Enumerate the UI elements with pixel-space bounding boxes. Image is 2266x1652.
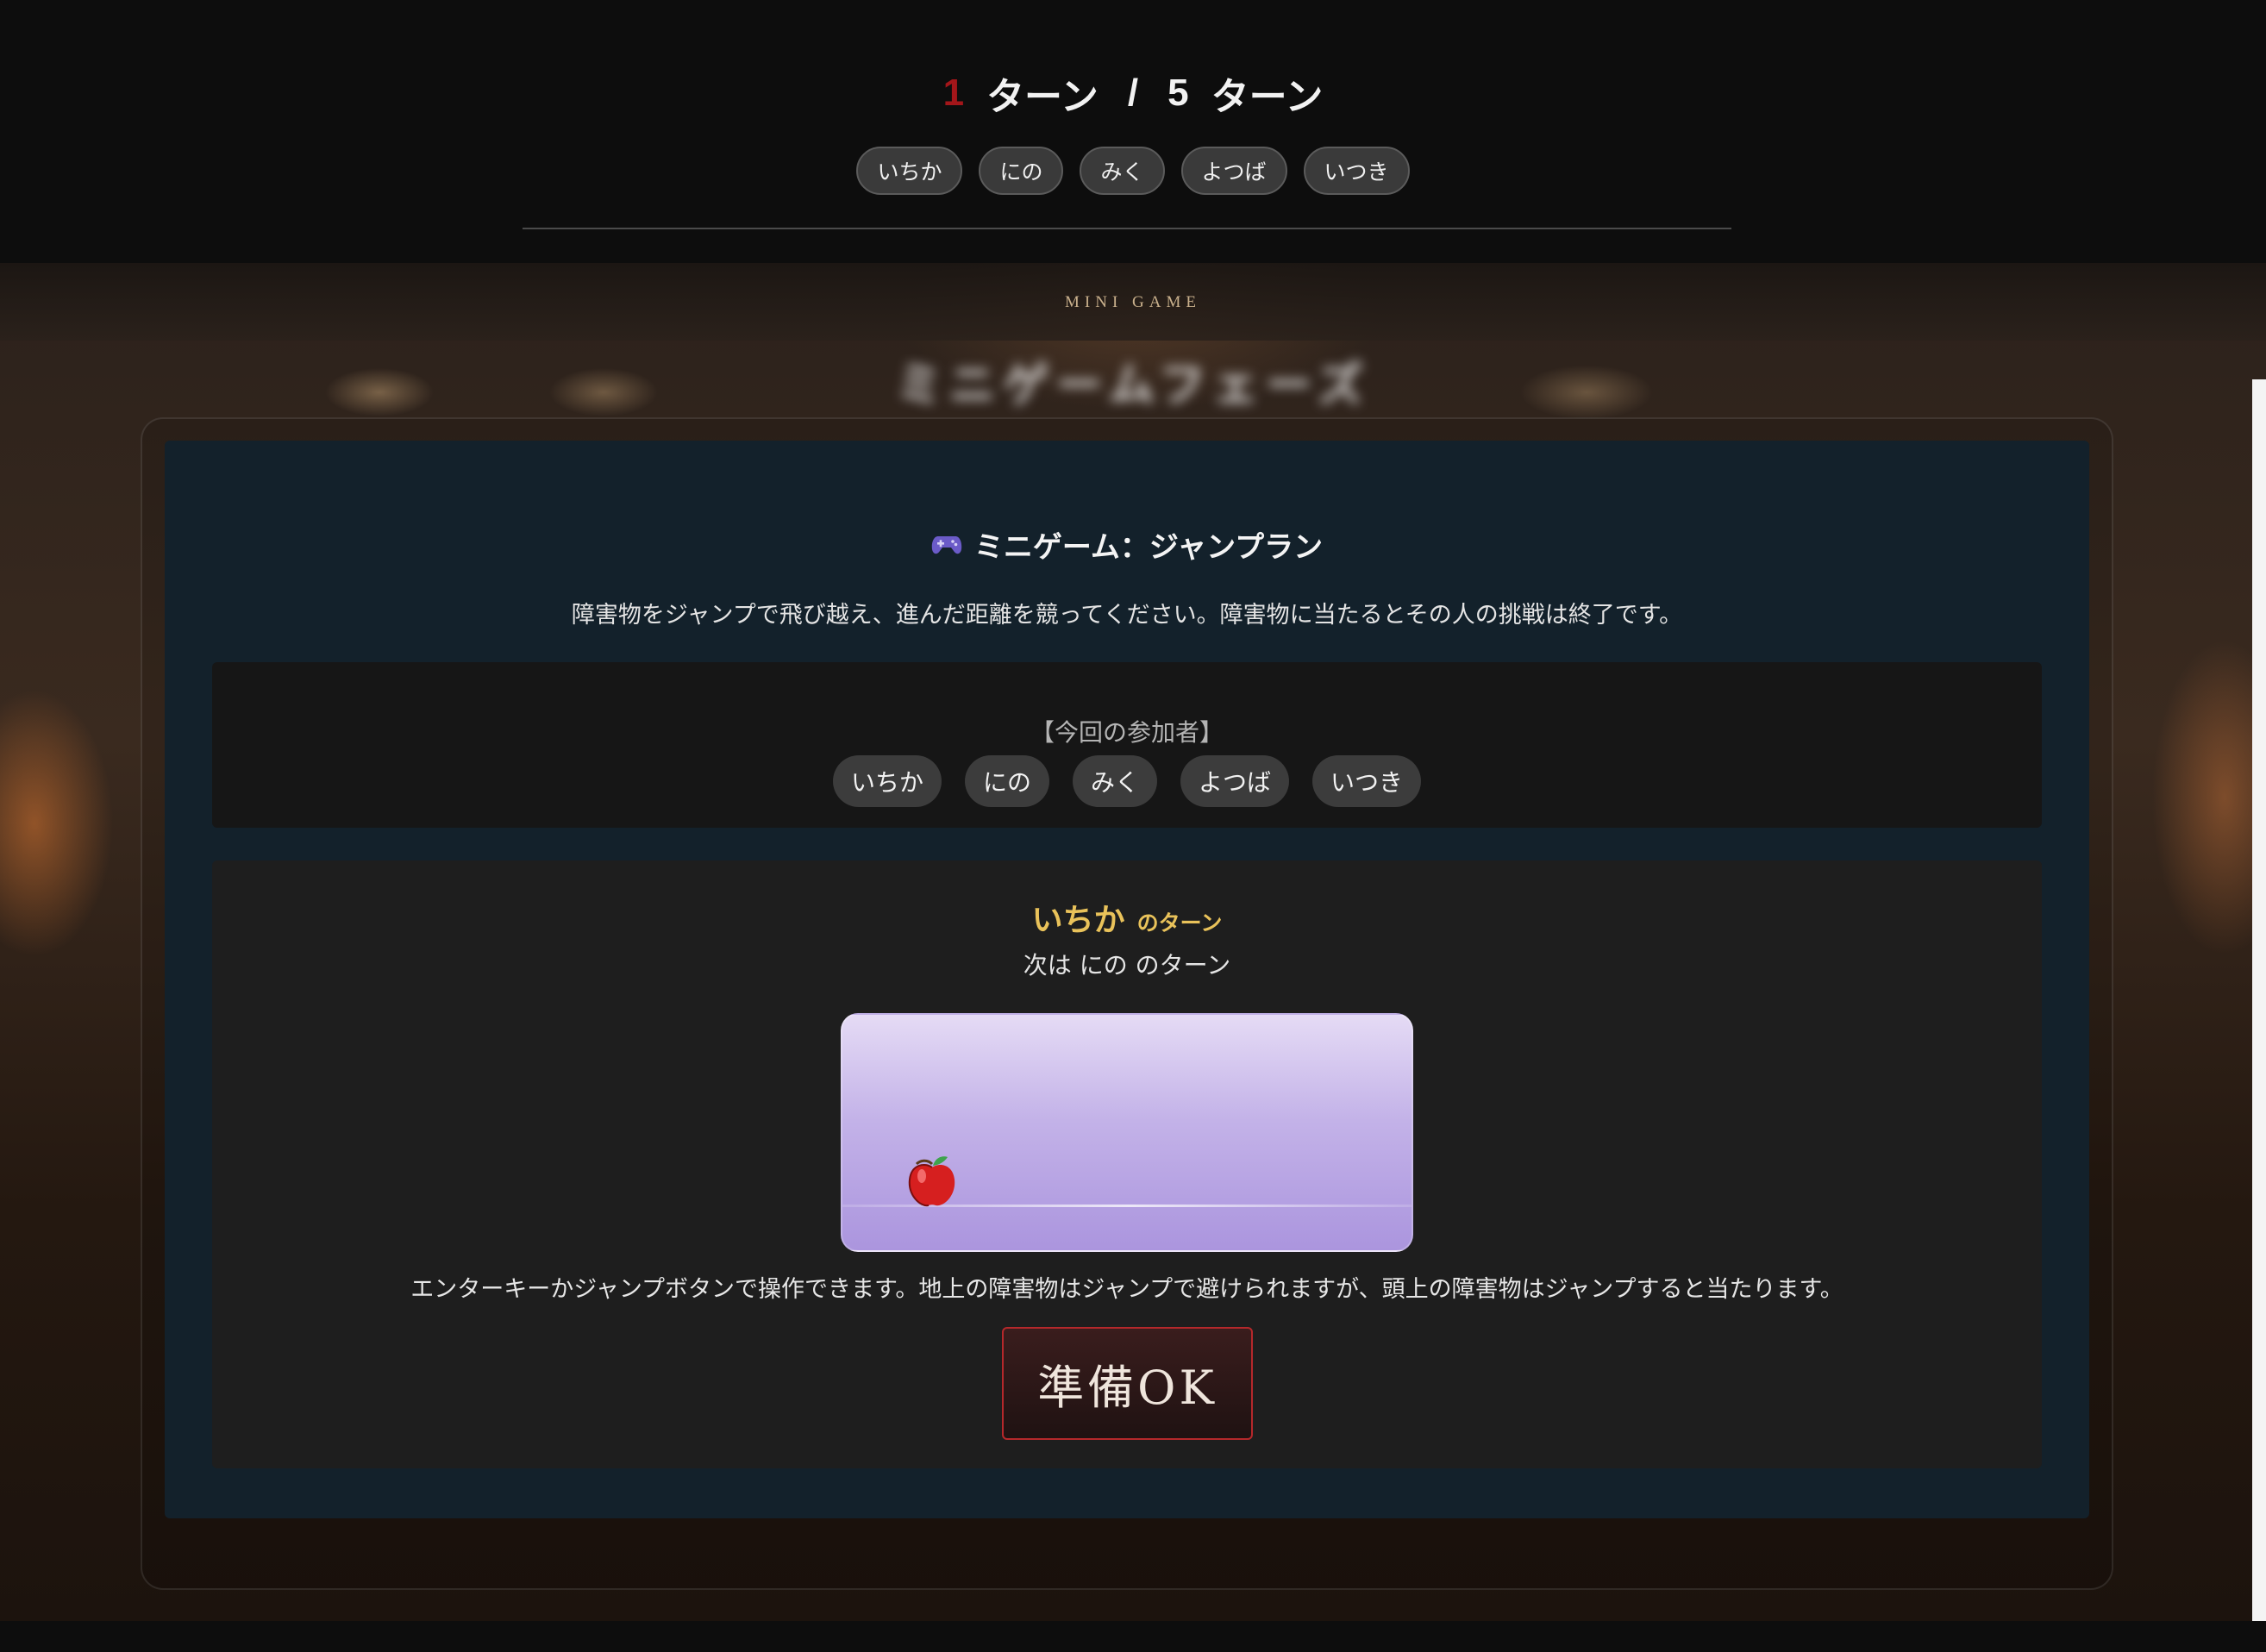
current-player-name: いちか (1031, 903, 1125, 938)
turn-separator: / (1127, 72, 1139, 114)
header-player-chip: いつき (1303, 147, 1410, 195)
header-player-chip: いちか (856, 147, 963, 195)
minigame-card: ミニゲーム：ジャンプラン 障害物をジャンプで飛び越え、進んだ距離を競ってください… (165, 441, 2089, 1518)
total-turn-number: 5 (1167, 72, 1189, 114)
scrollbar[interactable] (2252, 379, 2266, 1621)
header-divider (523, 228, 1731, 229)
header-player-chip: よつば (1180, 147, 1287, 195)
participant-chip: いちか (832, 755, 942, 807)
game-canvas[interactable] (841, 1013, 1413, 1252)
section-title-blurred: ミニゲームフェーズ (895, 358, 1371, 412)
header-player-list: いちか にの みく よつば いつき (0, 147, 2266, 195)
participant-chip: いつき (1312, 755, 1422, 807)
participant-chip: よつば (1180, 755, 1290, 807)
turn-panel: いちか のターン 次は にの のターン エンターキーかジャンプボタンで操作できま… (212, 860, 2042, 1468)
instructions-text: エンターキーかジャンプボタンで操作できます。地上の障害物はジャンプで避けられます… (410, 1276, 1843, 1303)
participant-chip: にの (964, 755, 1049, 807)
game-description: 障害物をジャンプで飛び越え、進んだ距離を競ってください。障害物に当たるとその人の… (571, 602, 1683, 629)
game-title: ミニゲーム：ジャンプラン (165, 523, 2089, 566)
header-player-chip: にの (979, 147, 1064, 195)
participants-panel: 【今回の参加者】 いちか にの みく よつば いつき (212, 662, 2042, 828)
header: 1 ターン / 5 ターン いちか にの みく よつば いつき (0, 0, 2266, 263)
turn-unit-label: ターン (986, 76, 1099, 118)
next-turn-label: 次は にの のターン (1023, 951, 1231, 979)
total-turn-unit-label: ターン (1211, 76, 1324, 118)
current-turn-suffix: のターン (1136, 910, 1223, 936)
gamepad-icon (931, 535, 962, 554)
bottom-bar (0, 1621, 2266, 1652)
header-player-chip: みく (1080, 147, 1165, 195)
turn-counter: 1 ターン / 5 ターン (0, 67, 2266, 119)
current-turn-number: 1 (942, 72, 965, 114)
participants-label: 【今回の参加者】 (1030, 718, 1224, 747)
apple-icon (908, 1156, 955, 1207)
section-tag: MINI GAME (1065, 293, 1201, 311)
game-title-text: ミニゲーム：ジャンプラン (973, 530, 1324, 565)
ready-button[interactable]: 準備OK (1002, 1327, 1253, 1440)
participant-chip: みく (1072, 755, 1157, 807)
participant-list: いちか にの みく よつば いつき (212, 755, 2042, 807)
current-turn-label: いちか のターン (212, 895, 2042, 940)
